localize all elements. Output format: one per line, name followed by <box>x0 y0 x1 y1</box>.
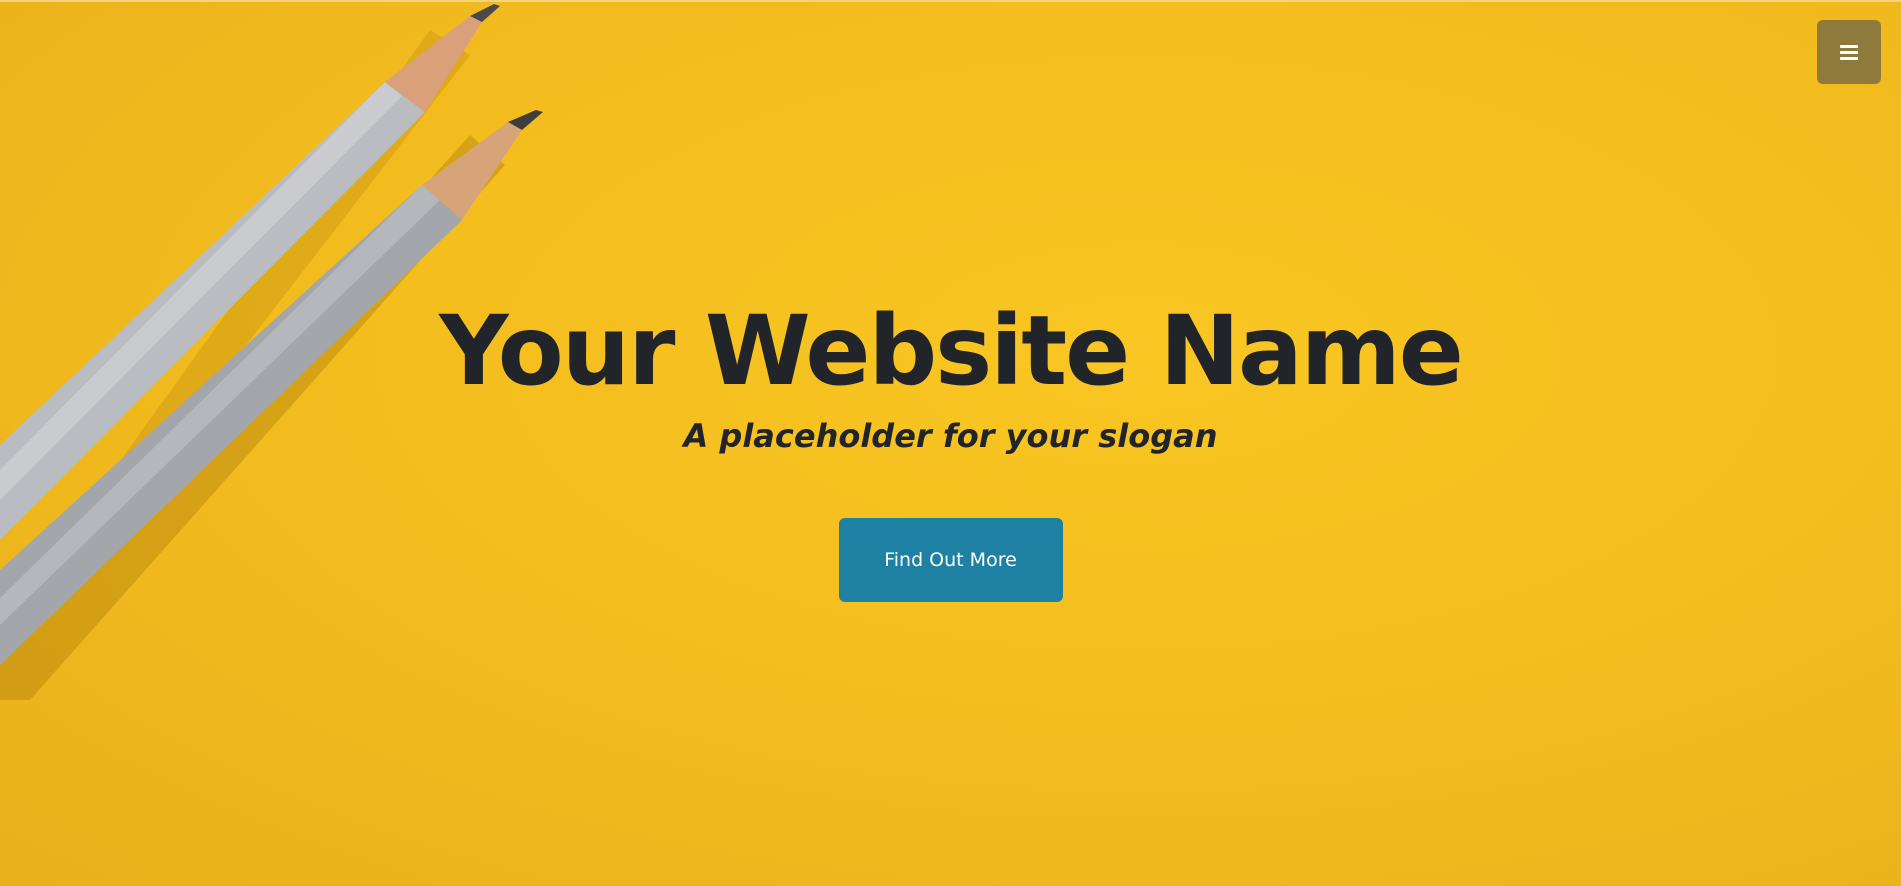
site-slogan: A placeholder for your slogan <box>683 417 1218 455</box>
hamburger-menu-icon <box>1840 44 1858 60</box>
hero-section: Your Website Name A placeholder for your… <box>0 0 1901 886</box>
find-out-more-button[interactable]: Find Out More <box>838 518 1063 602</box>
site-title: Your Website Name <box>439 295 1464 407</box>
menu-toggle-button[interactable] <box>1817 20 1881 84</box>
hero-content: Your Website Name A placeholder for your… <box>0 296 1901 602</box>
